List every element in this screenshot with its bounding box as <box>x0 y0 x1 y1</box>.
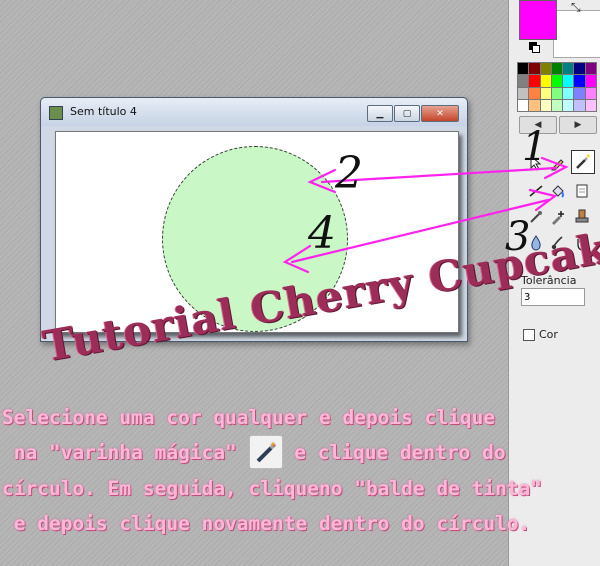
annotation-number-4: 4 <box>307 208 336 259</box>
instruction-line-3: círculo. Em seguida, cliqueno "balde de … <box>2 476 543 500</box>
instructions-text: Selecione uma cor qualquer e depois cliq… <box>2 400 598 541</box>
arrow-head-right-2 <box>528 188 558 212</box>
instruction-line-4: e depois clique novamente dentro do círc… <box>2 511 531 535</box>
annotation-number-2: 2 <box>334 148 363 199</box>
annotation-number-1: 1 <box>522 124 547 170</box>
instruction-line-2b: e clique dentro do <box>282 441 506 464</box>
magic-wand-icon: ✦ <box>248 434 283 469</box>
svg-text:✦: ✦ <box>270 439 276 450</box>
instruction-line-1: Selecione uma cor qualquer e depois cliq… <box>2 406 496 429</box>
instruction-line-2a: na "varinha mágica" <box>2 441 249 464</box>
